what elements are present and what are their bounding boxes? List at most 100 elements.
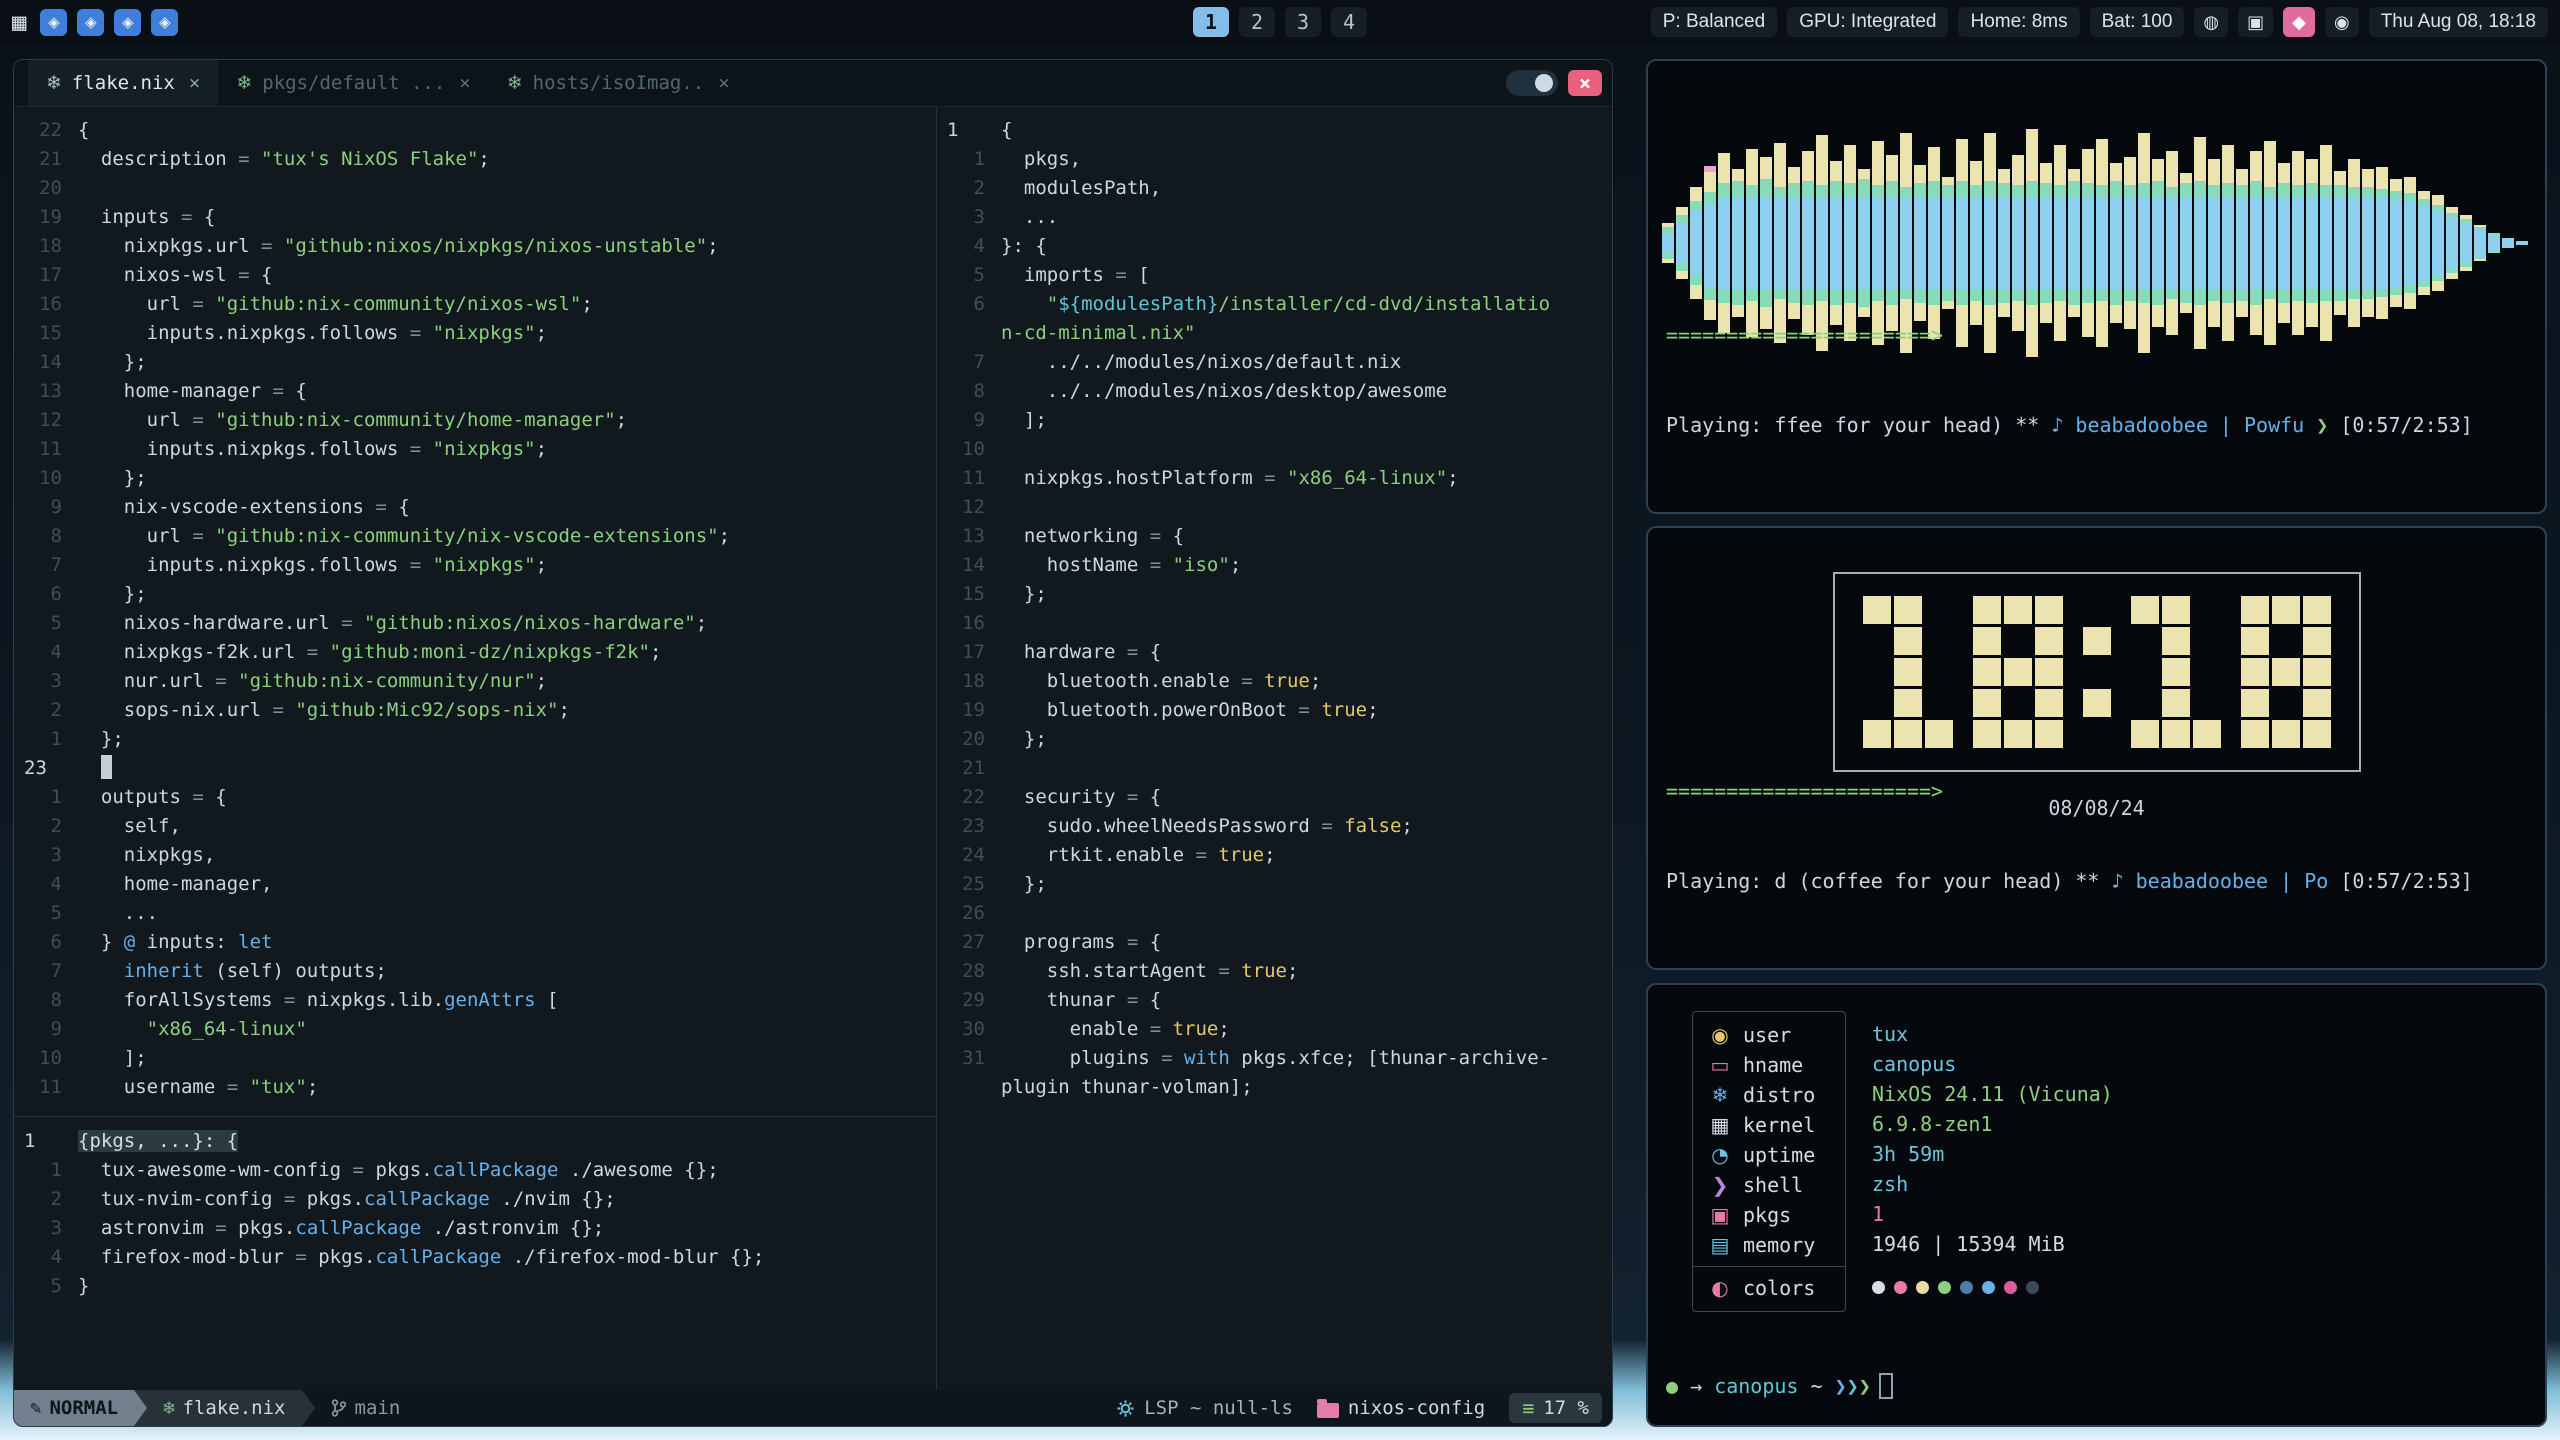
recorder-icon[interactable]: ◆ — [2283, 7, 2315, 37]
text-segment: = — [192, 409, 215, 431]
palette-dot — [1982, 1281, 1995, 1294]
pane-iso[interactable]: 1{1 pkgs,2 modulesPath,3 ...4}: {5 impor… — [937, 106, 1613, 1392]
fetch-label: shell — [1743, 1173, 1803, 1197]
fetch-label: user — [1743, 1023, 1791, 1047]
text-segment: [0:57/2:53] — [2328, 869, 2473, 893]
text-segment: nixpkgs.url — [78, 235, 261, 257]
network-globe-icon[interactable]: ◍ — [2194, 7, 2228, 37]
text-segment: }; — [78, 583, 147, 605]
code-text: tux-nvim-config = pkgs.callPackage ./nvi… — [78, 1185, 616, 1214]
code-text: }; — [78, 348, 147, 377]
menu-grid-icon[interactable]: ▦ — [12, 10, 26, 34]
code-line: 3 nur.url = "github:nix-community/nur"; — [14, 667, 936, 696]
code-text: ../../modules/nixos/desktop/awesome — [1001, 377, 1447, 406]
text-segment: = — [307, 641, 330, 663]
text-segment: ; — [1401, 815, 1412, 837]
line-number: 24 — [937, 841, 1001, 870]
text-segment: enable — [1001, 1018, 1150, 1040]
window-close-button[interactable]: × — [1568, 70, 1602, 96]
window-toggle-button[interactable] — [1506, 70, 1558, 96]
code-text: ]; — [1001, 406, 1047, 435]
text-segment: { — [1150, 641, 1161, 663]
fetch-label: pkgs — [1743, 1203, 1791, 1227]
toggle-knob — [1535, 74, 1553, 92]
line-number: 22 — [937, 783, 1001, 812]
line-number: 10 — [14, 1044, 78, 1073]
nix-icon: ❄ — [46, 72, 62, 94]
line-number: 1 — [14, 783, 78, 812]
shell-prompt[interactable]: ● → canopus ~ ❯❯❯ — [1666, 1373, 1893, 1399]
code-line: 21 — [937, 754, 1613, 783]
line-number: 14 — [937, 551, 1001, 580]
code-text: enable = true; — [1001, 1015, 1230, 1044]
workspace-tag-3[interactable]: 3 — [1285, 7, 1321, 37]
divider-line: ======================> — [1666, 776, 2527, 806]
workspace-tag-1[interactable]: 1 — [1193, 7, 1229, 37]
line-number: 12 — [14, 406, 78, 435]
text-segment: ~ — [1811, 1374, 1835, 1398]
shield-icon[interactable]: ▣ — [2238, 7, 2273, 37]
text-segment: ... — [1001, 206, 1058, 228]
line-number: 16 — [14, 290, 78, 319]
text-segment: hardware — [1001, 641, 1127, 663]
editor-tab[interactable]: ❄hosts/isoImag..× — [489, 60, 748, 106]
text-segment: ; — [1218, 1018, 1229, 1040]
text-segment: }; — [78, 351, 147, 373]
text-segment: inputs — [78, 206, 181, 228]
code-line: 4 home-manager, — [14, 870, 936, 899]
file-label: flake.nix — [183, 1397, 286, 1419]
divider-line: ======================> — [1666, 320, 2527, 350]
code-line: 30 enable = true; — [937, 1015, 1613, 1044]
code-line: 7 inputs.nixpkgs.follows = "nixpkgs"; — [14, 551, 936, 580]
text-segment: }; — [78, 467, 147, 489]
editor-tab[interactable]: ❄pkgs/default ...× — [218, 60, 488, 106]
line-number: 23 — [14, 754, 78, 783]
code-text: { — [1001, 116, 1012, 145]
text-segment: }; — [78, 728, 124, 750]
pane-pkgs[interactable]: 1{pkgs, ...}: {1 tux-awesome-wm-config =… — [14, 1117, 936, 1392]
tab-close-icon[interactable]: × — [718, 72, 729, 94]
text-segment: tux-awesome-wm-config — [78, 1159, 353, 1181]
text-segment: Playing: d (coffee for your head) ** — [1666, 869, 2112, 893]
text-segment: forAllSystems — [78, 989, 284, 1011]
tab-label: hosts/isoImag.. — [533, 72, 705, 94]
text-segment: callPackage — [364, 1188, 501, 1210]
text-segment: nix-vscode-extensions — [78, 496, 375, 518]
app-glyph: ◈ — [48, 13, 60, 31]
kernel-icon: ▦ — [1709, 1113, 1731, 1137]
screenshot-icon[interactable]: ◉ — [2325, 7, 2359, 37]
line-number: 27 — [937, 928, 1001, 957]
workspace-tag-2[interactable]: 2 — [1239, 7, 1275, 37]
text-segment: { — [261, 264, 272, 286]
tab-close-icon[interactable]: × — [459, 72, 470, 94]
text-segment: { — [1150, 786, 1161, 808]
tab-close-icon[interactable]: × — [189, 72, 200, 94]
line-number: 1 — [14, 1156, 78, 1185]
text-segment: outputs — [78, 786, 192, 808]
text-segment: ; — [696, 612, 707, 634]
app-launcher-icon[interactable]: ◈ — [114, 9, 141, 36]
code-text: }; — [78, 464, 147, 493]
app-launcher-icon[interactable]: ◈ — [77, 9, 104, 36]
code-line: 14 }; — [14, 348, 936, 377]
code-line: 3 nixpkgs, — [14, 841, 936, 870]
pane-flake[interactable]: 22{21 description = "tux's NixOS Flake";… — [14, 106, 936, 1116]
app-launcher-icon[interactable]: ◈ — [40, 9, 67, 36]
code-line: 10 ]; — [14, 1044, 936, 1073]
workspace-tag-4[interactable]: 4 — [1331, 7, 1367, 37]
text-segment: = — [1150, 554, 1173, 576]
powerline-separator — [134, 1390, 147, 1426]
app-launcher-icon[interactable]: ◈ — [151, 9, 178, 36]
code-text: inputs.nixpkgs.follows = "nixpkgs"; — [78, 551, 547, 580]
text-segment: sudo.wheelNeedsPassword — [1001, 815, 1321, 837]
taskbar-apps: ◈ ◈ ◈ ◈ — [40, 9, 178, 36]
editor-tab[interactable]: ❄flake.nix× — [28, 60, 218, 106]
code-text: sops-nix.url = "github:Mic92/sops-nix"; — [78, 696, 570, 725]
text-segment: genAttrs — [444, 989, 547, 1011]
text-segment: = — [1195, 844, 1218, 866]
line-number: 25 — [937, 870, 1001, 899]
text-segment: { — [215, 786, 226, 808]
palette-dot — [2004, 1281, 2017, 1294]
text-segment: url — [78, 525, 192, 547]
text-segment: = — [1264, 467, 1287, 489]
